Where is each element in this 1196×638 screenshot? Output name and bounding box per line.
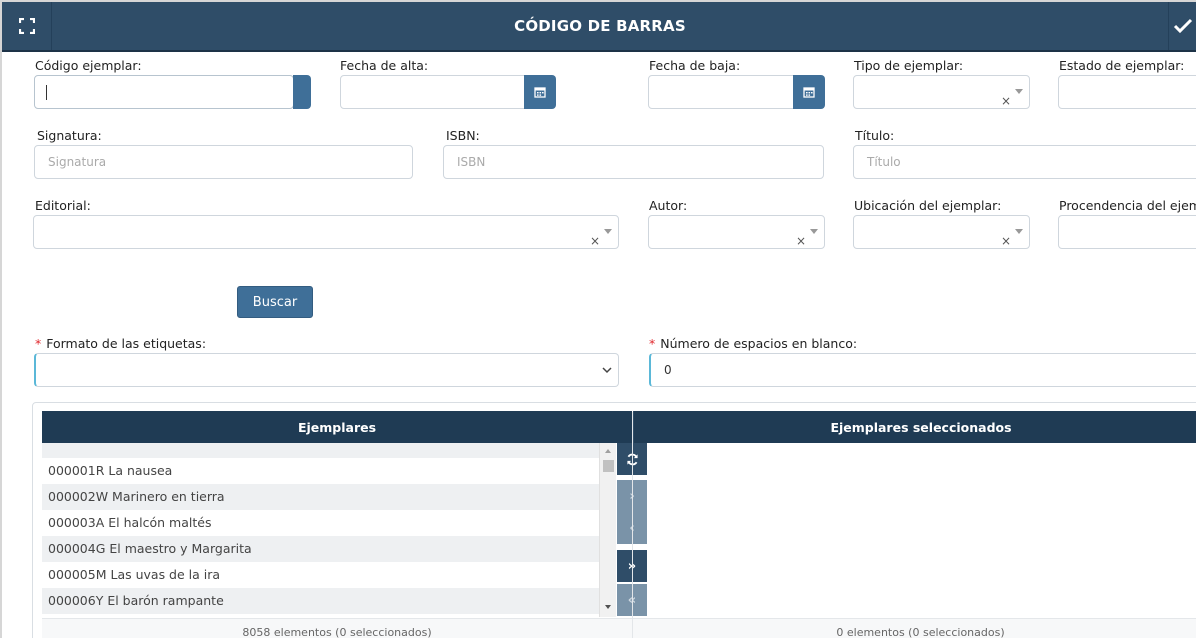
search-button[interactable]: Buscar bbox=[237, 286, 313, 318]
barcode-dialog: CÓDIGO DE BARRAS Código ejemplar: Fecha … bbox=[0, 0, 1196, 638]
autor-label: Autor: bbox=[649, 198, 688, 213]
available-count: 8058 elementos (0 seleccionados) bbox=[242, 626, 432, 638]
ubicacion-label: Ubicación del ejemplar: bbox=[854, 198, 1002, 213]
list-scrollbar[interactable] bbox=[599, 443, 616, 617]
list-item[interactable]: 000005M Las uvas de la ira bbox=[42, 562, 599, 588]
list-divider bbox=[632, 412, 633, 638]
espacios-blanco-label: * Número de espacios en blanco: bbox=[649, 336, 857, 351]
dialog-title: CÓDIGO DE BARRAS bbox=[514, 17, 686, 35]
signatura-input[interactable]: Signatura bbox=[34, 145, 413, 179]
scroll-down-icon[interactable] bbox=[605, 605, 611, 609]
calendar-icon bbox=[534, 87, 546, 98]
procedencia-label: Procendencia del ejem bbox=[1059, 198, 1196, 213]
required-mark: * bbox=[649, 336, 656, 351]
editorial-label: Editorial: bbox=[35, 198, 91, 213]
list-item[interactable]: 000003A El halcón maltés bbox=[42, 510, 599, 536]
selected-count: 0 elementos (0 seleccionados) bbox=[836, 626, 1005, 638]
ubicacion-select[interactable]: × bbox=[853, 215, 1030, 249]
confirm-button[interactable] bbox=[1168, 2, 1196, 50]
codigo-ejemplar-label: Código ejemplar: bbox=[35, 58, 142, 73]
espacios-blanco-input[interactable]: 0 bbox=[649, 353, 1196, 387]
isbn-label: ISBN: bbox=[446, 128, 480, 143]
fecha-alta-label: Fecha de alta: bbox=[340, 58, 429, 73]
chevron-down-icon bbox=[1015, 89, 1023, 94]
tipo-ejemplar-label: Tipo de ejemplar: bbox=[854, 58, 964, 73]
chevron-down-icon bbox=[604, 229, 612, 234]
list-item[interactable]: 000006Y El barón rampante bbox=[42, 588, 599, 614]
isbn-input[interactable]: ISBN bbox=[443, 145, 824, 179]
fecha-baja-calendar-button[interactable] bbox=[793, 75, 825, 109]
calendar-icon bbox=[803, 87, 815, 98]
editorial-select[interactable]: × bbox=[33, 215, 619, 249]
available-list-header: Ejemplares bbox=[42, 411, 632, 443]
clear-icon[interactable]: × bbox=[796, 225, 806, 248]
chevron-down-icon bbox=[1015, 229, 1023, 234]
procedencia-select[interactable] bbox=[1058, 215, 1196, 249]
clear-icon[interactable]: × bbox=[1001, 85, 1011, 108]
espacios-blanco-text: Número de espacios en blanco: bbox=[660, 336, 858, 351]
fecha-alta-input[interactable] bbox=[340, 75, 530, 109]
check-icon bbox=[1173, 18, 1193, 34]
fecha-baja-input[interactable] bbox=[648, 75, 800, 109]
tipo-ejemplar-select[interactable]: × bbox=[853, 75, 1030, 109]
text-caret bbox=[46, 85, 47, 100]
autor-select[interactable]: × bbox=[648, 215, 825, 249]
signatura-label: Signatura: bbox=[37, 128, 102, 143]
list-item[interactable]: 000001R La nausea bbox=[42, 458, 599, 484]
scroll-thumb[interactable] bbox=[603, 460, 614, 472]
list-spacer bbox=[42, 443, 599, 458]
codigo-ejemplar-input[interactable] bbox=[34, 75, 294, 109]
titulo-input[interactable]: Título bbox=[853, 145, 1196, 179]
estado-ejemplar-select[interactable] bbox=[1058, 75, 1196, 109]
clear-icon[interactable]: × bbox=[590, 225, 600, 248]
fecha-baja-label: Fecha de baja: bbox=[649, 58, 741, 73]
fecha-alta-calendar-button[interactable] bbox=[524, 75, 556, 109]
required-mark: * bbox=[35, 336, 42, 351]
chevron-down-icon bbox=[602, 367, 612, 374]
list-item[interactable]: 000004G El maestro y Margarita bbox=[42, 536, 599, 562]
clear-icon[interactable]: × bbox=[1001, 225, 1011, 248]
available-list[interactable]: 000001R La nausea 000002W Marinero en ti… bbox=[42, 443, 599, 617]
codigo-ejemplar-addon[interactable] bbox=[293, 75, 311, 109]
scroll-up-icon[interactable] bbox=[605, 449, 611, 453]
chevron-down-icon bbox=[810, 229, 818, 234]
list-item[interactable]: 000002W Marinero en tierra bbox=[42, 484, 599, 510]
estado-ejemplar-label: Estado de ejemplar: bbox=[1059, 58, 1185, 73]
selected-list-header: Ejemplares seleccionados bbox=[633, 411, 1196, 443]
titulo-label: Título: bbox=[855, 128, 895, 143]
formato-etiquetas-select[interactable] bbox=[34, 353, 619, 387]
dialog-header: CÓDIGO DE BARRAS bbox=[2, 2, 1196, 52]
formato-etiquetas-label: * Formato de las etiquetas: bbox=[35, 336, 206, 351]
formato-etiquetas-text: Formato de las etiquetas: bbox=[46, 336, 207, 351]
